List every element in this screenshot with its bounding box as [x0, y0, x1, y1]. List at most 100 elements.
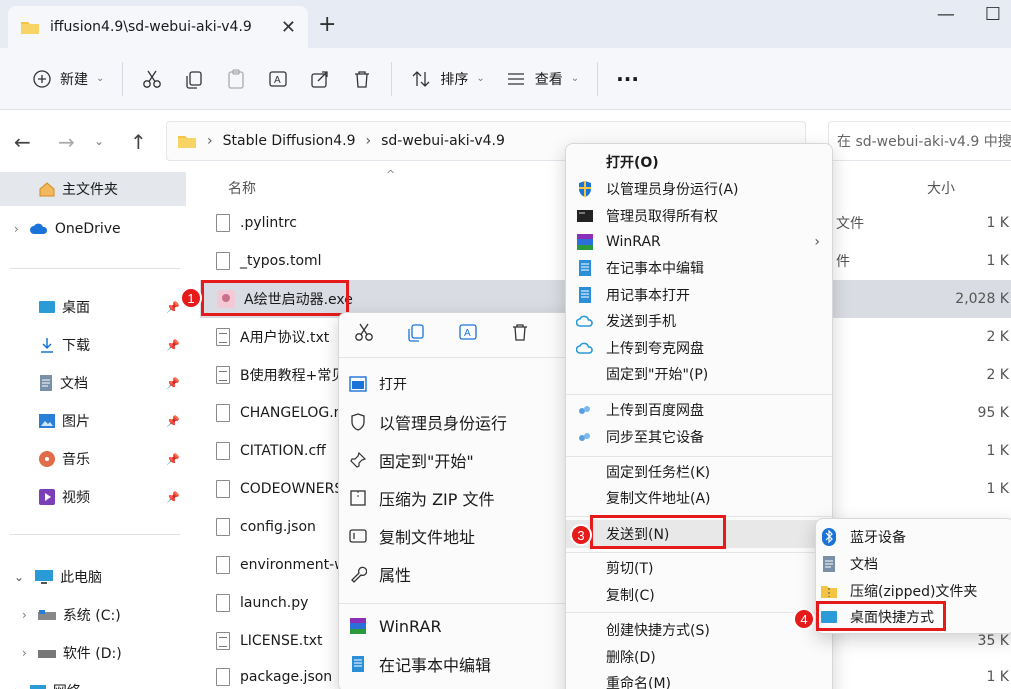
menu-item-open[interactable]: 打开	[339, 369, 577, 399]
view-button[interactable]: 查看 ⌄	[495, 59, 589, 99]
sidebar-item-desktop[interactable]: 桌面 📌	[0, 290, 186, 324]
column-header-size[interactable]: 大小	[927, 178, 955, 198]
folder-icon	[20, 19, 40, 35]
delete-button[interactable]	[341, 59, 383, 99]
menu-item-notepad-edit[interactable]: 在记事本中编辑	[339, 649, 577, 679]
more-icon: ···	[616, 66, 639, 91]
rename-icon[interactable]: A	[457, 321, 479, 347]
sidebar-item-drive-c[interactable]: › 系统 (C:)	[0, 598, 186, 632]
breadcrumb-item[interactable]: Stable Diffusion4.9	[223, 133, 356, 149]
file-name: package.json	[240, 669, 333, 685]
file-icon	[216, 252, 230, 270]
menu-item-create-shortcut[interactable]: 创建快捷方式(S)	[566, 618, 832, 642]
sidebar-item-documents[interactable]: 文档 📌	[0, 366, 186, 400]
sidebar-item-thispc[interactable]: ⌄ 此电脑	[0, 560, 186, 594]
menu-item-winrar[interactable]: WinRAR ›	[566, 230, 832, 254]
copy-icon[interactable]	[405, 321, 427, 347]
menu-item-pin-start[interactable]: 固定到"开始"	[339, 445, 577, 475]
menu-item-zip-folder[interactable]: 压缩(zipped)文件夹	[816, 579, 1011, 603]
file-icon	[216, 214, 230, 232]
paste-button[interactable]	[215, 59, 257, 99]
trash-icon[interactable]	[509, 321, 531, 347]
command-bar: 新建 ⌄ A 排序 ⌄ 查看 ⌄ ···	[0, 48, 1011, 110]
rename-button[interactable]: A	[257, 59, 299, 99]
menu-item-open[interactable]: 打开(O)	[566, 150, 832, 174]
scissors-icon[interactable]	[353, 321, 375, 347]
chevron-down-icon[interactable]: ⌄	[14, 570, 24, 584]
notepad-icon	[576, 259, 594, 277]
minimize-icon[interactable]: —	[937, 4, 955, 25]
chevron-right-icon[interactable]: ›	[22, 608, 27, 622]
menu-item-zip[interactable]: 压缩为 ZIP 文件	[339, 483, 577, 513]
sidebar-item-drive-d[interactable]: › 软件 (D:)	[0, 636, 186, 670]
menu-item-label: 压缩(zipped)文件夹	[850, 584, 978, 600]
menu-item-cut[interactable]: 剪切(T)	[566, 556, 832, 580]
share-button[interactable]	[299, 59, 341, 99]
menu-item-upload-baidu[interactable]: 上传到百度网盘	[566, 398, 832, 422]
breadcrumb-item[interactable]: sd-webui-aki-v4.9	[381, 133, 505, 149]
menu-item-copy-path[interactable]: 复制文件地址(A)	[566, 486, 832, 510]
cut-button[interactable]	[131, 59, 173, 99]
menu-item-copy-path[interactable]: 复制文件地址	[339, 521, 577, 551]
menu-item-take-ownership[interactable]: 管理员取得所有权	[566, 204, 832, 228]
sidebar-item-onedrive[interactable]: › OneDrive	[0, 212, 186, 246]
more-button[interactable]: ···	[606, 59, 649, 99]
maximize-icon[interactable]: ☐	[985, 4, 1001, 25]
forward-arrow-icon[interactable]: →	[58, 130, 75, 154]
new-tab-button[interactable]: +	[318, 12, 336, 37]
new-button[interactable]: 新建 ⌄	[22, 59, 114, 99]
menu-item-pin-taskbar[interactable]: 固定到任务栏(K)	[566, 460, 832, 484]
sidebar-item-downloads[interactable]: 下载 📌	[0, 328, 186, 362]
menu-separator	[566, 552, 832, 553]
sidebar-item-pictures[interactable]: 图片 📌	[0, 404, 186, 438]
sidebar-item-label: 音乐	[62, 452, 90, 468]
terminal-icon	[576, 207, 594, 225]
back-arrow-icon[interactable]: ←	[14, 130, 31, 154]
shield-icon	[349, 413, 367, 431]
sort-button[interactable]: 排序 ⌄	[400, 59, 494, 99]
menu-item-notepad-open[interactable]: 用记事本打开	[566, 283, 832, 307]
tab-active[interactable]: iffusion4.9\sd-webui-aki-v4.9 ✕	[8, 6, 308, 48]
menu-item-documents[interactable]: 文档	[816, 552, 1011, 576]
chevron-right-icon[interactable]: ›	[14, 684, 19, 689]
menu-item-run-as-admin[interactable]: 以管理员身份运行(A)	[566, 177, 832, 201]
menu-item-pin-start[interactable]: 固定到"开始"(P)	[566, 362, 832, 386]
menu-item-send-to-phone[interactable]: 发送到手机	[566, 309, 832, 333]
menu-item-upload-quark[interactable]: 上传到夸克网盘	[566, 336, 832, 360]
sidebar-item-home[interactable]: 主文件夹	[0, 172, 186, 206]
drive-icon	[37, 647, 57, 659]
sidebar-item-videos[interactable]: 视频 📌	[0, 480, 186, 514]
clipboard-icon	[225, 68, 247, 90]
wrench-icon	[349, 565, 367, 583]
sidebar-item-music[interactable]: 音乐 📌	[0, 442, 186, 476]
highlight-box-4	[816, 601, 946, 631]
menu-item-bluetooth[interactable]: 蓝牙设备	[816, 525, 1011, 549]
copy-button[interactable]	[173, 59, 215, 99]
menu-item-label: WinRAR	[606, 234, 661, 250]
close-tab-icon[interactable]: ✕	[281, 17, 296, 38]
baidu-cloud-icon	[576, 401, 594, 419]
menu-item-properties[interactable]: 属性	[339, 559, 577, 589]
menu-item-rename[interactable]: 重命名(M)	[566, 671, 832, 689]
menu-item-notepad-edit[interactable]: 在记事本中编辑	[566, 256, 832, 280]
sort-icon	[410, 68, 432, 90]
menu-item-label: 剪切(T)	[606, 561, 654, 577]
menu-item-delete[interactable]: 删除(D)	[566, 645, 832, 669]
menu-item-winrar[interactable]: WinRAR	[339, 611, 577, 641]
menu-item-sync-devices[interactable]: 同步至其它设备	[566, 425, 832, 449]
menu-item-label: 固定到"开始"	[379, 452, 474, 471]
chevron-right-icon[interactable]: ›	[22, 646, 27, 660]
search-input[interactable]: 在 sd-webui-aki-v4.9 中搜	[828, 121, 1011, 161]
menu-item-run-as-admin[interactable]: 以管理员身份运行	[339, 407, 577, 437]
chevron-down-icon[interactable]: ⌄	[94, 134, 104, 148]
chevron-right-icon[interactable]: ›	[14, 222, 19, 236]
menu-item-copy[interactable]: 复制(C)	[566, 583, 832, 607]
column-header-name[interactable]: 名称	[228, 178, 256, 198]
cloud-sync-icon	[576, 339, 594, 357]
up-arrow-icon[interactable]: ↑	[130, 130, 147, 154]
file-icon	[216, 556, 230, 574]
menu-separator	[339, 603, 577, 604]
sidebar-item-network[interactable]: › 网络	[0, 674, 186, 689]
tab-title: iffusion4.9\sd-webui-aki-v4.9	[50, 19, 252, 35]
toolbar-divider	[391, 61, 393, 96]
